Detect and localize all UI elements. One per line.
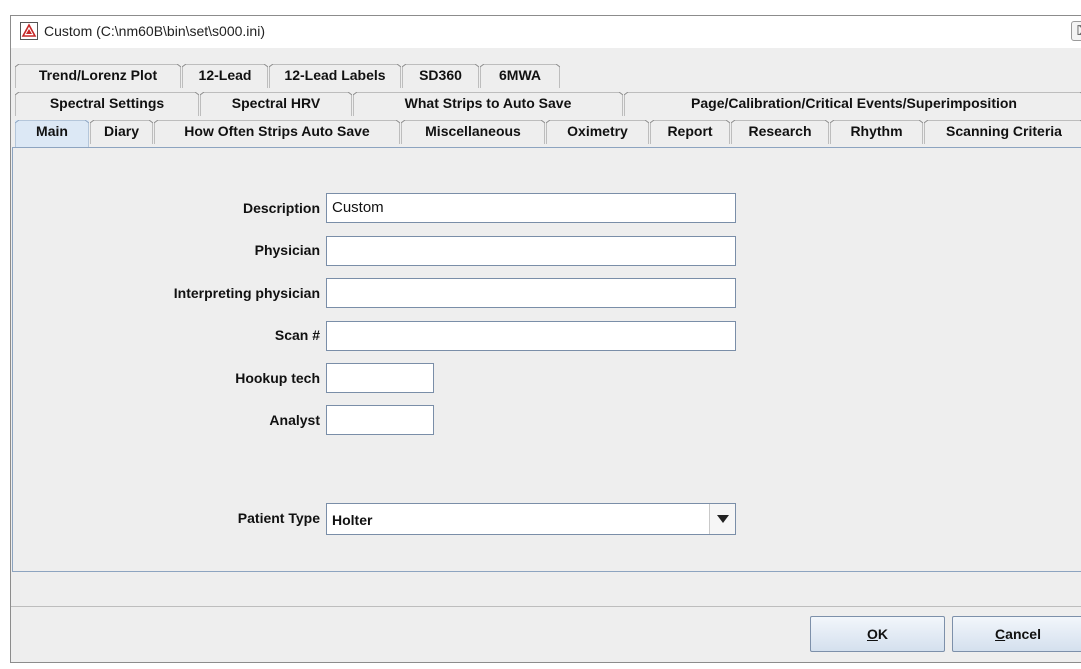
tab-label: Research bbox=[748, 123, 812, 139]
tab-trend-lorenz-plot[interactable]: Trend/Lorenz Plot bbox=[15, 64, 181, 88]
main-tab-panel: Description Custom Physician Interpretin… bbox=[12, 147, 1081, 572]
close-icon[interactable]: ⌧ bbox=[1071, 21, 1081, 41]
tab-label: Rhythm bbox=[850, 123, 903, 139]
tab-main[interactable]: Main bbox=[15, 120, 89, 148]
tab-label: Report bbox=[667, 123, 713, 139]
tab-report[interactable]: Report bbox=[650, 120, 730, 144]
tab-label: SD360 bbox=[419, 67, 462, 83]
analyst-field[interactable] bbox=[326, 405, 434, 435]
ok-label: K bbox=[877, 626, 888, 642]
tab-what-strips-to-auto-save[interactable]: What Strips to Auto Save bbox=[353, 92, 623, 116]
scan-number-field[interactable] bbox=[326, 321, 736, 351]
tab-diary[interactable]: Diary bbox=[90, 120, 153, 144]
tab-label: Miscellaneous bbox=[425, 123, 521, 139]
tab-label: Spectral Settings bbox=[49, 95, 165, 111]
tab-label: Spectral HRV bbox=[231, 95, 321, 111]
tab-label: What Strips to Auto Save bbox=[404, 95, 572, 111]
tab-label: How Often Strips Auto Save bbox=[184, 123, 370, 139]
interpreting-physician-label: Interpreting physician bbox=[173, 285, 320, 301]
tab-12-lead-labels[interactable]: 12-Lead Labels bbox=[269, 64, 401, 88]
app-logo-icon bbox=[20, 22, 38, 40]
cancel-button[interactable]: Cancel bbox=[952, 616, 1081, 652]
tab-label: Diary bbox=[103, 123, 140, 139]
tab-label: Oximetry bbox=[567, 123, 628, 139]
hookup-tech-field[interactable] bbox=[326, 363, 434, 393]
title-bar: Custom (C:\nm60B\bin\set\s000.ini) ⌧ bbox=[11, 16, 1081, 48]
analyst-label: Analyst bbox=[269, 412, 320, 428]
tab-scanning-criteria[interactable]: Scanning Criteria bbox=[924, 120, 1081, 144]
tab-miscellaneous[interactable]: Miscellaneous bbox=[401, 120, 545, 144]
scan-number-label: Scan # bbox=[274, 327, 320, 343]
footer-divider bbox=[11, 606, 1081, 607]
tab-rhythm[interactable]: Rhythm bbox=[830, 120, 923, 144]
ok-button[interactable]: OK bbox=[810, 616, 945, 652]
patient-type-value: Holter bbox=[332, 512, 373, 528]
patient-type-label: Patient Type bbox=[237, 510, 320, 526]
tab-6mwa[interactable]: 6MWA bbox=[480, 64, 560, 88]
tab-oximetry[interactable]: Oximetry bbox=[546, 120, 649, 144]
tab-label: Scanning Criteria bbox=[946, 123, 1062, 139]
cancel-mnemonic: C bbox=[995, 626, 1006, 642]
physician-label: Physician bbox=[254, 242, 320, 258]
window-title: Custom (C:\nm60B\bin\set\s000.ini) bbox=[44, 23, 265, 39]
tab-12-lead[interactable]: 12-Lead bbox=[182, 64, 268, 88]
ok-mnemonic: O bbox=[866, 626, 878, 642]
interpreting-physician-field[interactable] bbox=[326, 278, 736, 308]
tab-research[interactable]: Research bbox=[731, 120, 829, 144]
chevron-down-icon[interactable] bbox=[709, 504, 735, 534]
tab-label: Page/Calibration/Critical Events/Superim… bbox=[691, 95, 1017, 111]
tab-page-calibration[interactable]: Page/Calibration/Critical Events/Superim… bbox=[624, 92, 1081, 116]
tab-how-often-strips-auto-save[interactable]: How Often Strips Auto Save bbox=[154, 120, 400, 144]
tab-label: Trend/Lorenz Plot bbox=[38, 67, 158, 83]
physician-field[interactable] bbox=[326, 236, 736, 266]
tab-label: 12-Lead bbox=[198, 67, 252, 83]
patient-type-select[interactable]: Holter bbox=[326, 503, 736, 535]
hookup-tech-label: Hookup tech bbox=[235, 370, 320, 386]
tab-spectral-hrv[interactable]: Spectral HRV bbox=[200, 92, 352, 116]
settings-dialog: Custom (C:\nm60B\bin\set\s000.ini) ⌧ Tre… bbox=[10, 15, 1081, 663]
tab-label: 6MWA bbox=[499, 67, 541, 83]
description-field[interactable]: Custom bbox=[326, 193, 736, 223]
cancel-label: ancel bbox=[1005, 626, 1041, 642]
tab-label: Main bbox=[36, 123, 68, 139]
description-label: Description bbox=[242, 200, 320, 216]
tab-spectral-settings[interactable]: Spectral Settings bbox=[15, 92, 199, 116]
tab-label: 12-Lead Labels bbox=[284, 67, 386, 83]
tab-sd360[interactable]: SD360 bbox=[402, 64, 479, 88]
